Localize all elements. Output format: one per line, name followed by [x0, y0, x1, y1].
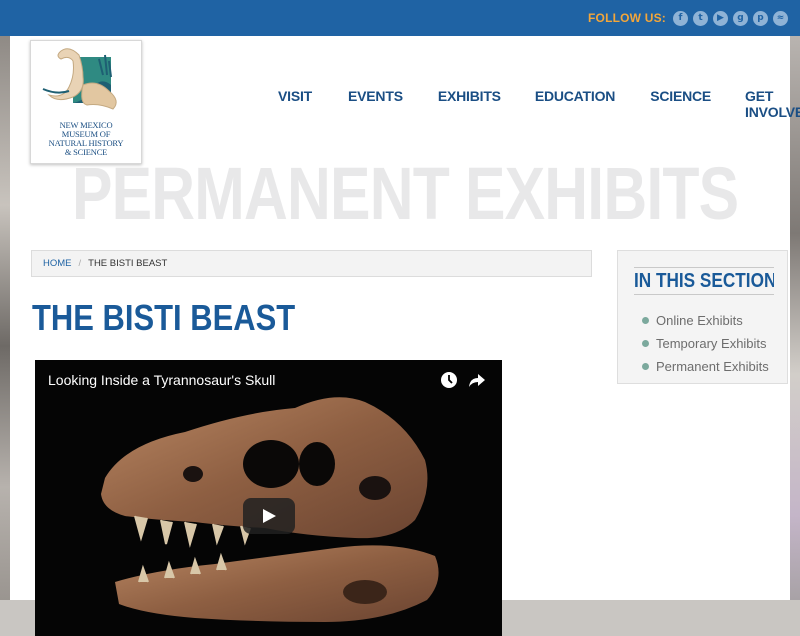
- sidebar-heading: IN THIS SECTION: [634, 267, 774, 295]
- clock-icon[interactable]: [439, 370, 459, 390]
- nav-item-get-involved[interactable]: GET INVOLVED: [745, 88, 800, 120]
- sidebar-item-online-exhibits[interactable]: Online Exhibits: [642, 309, 769, 332]
- breadcrumb-separator: /: [78, 258, 82, 269]
- page-content: NEW MEXICO MUSEUM OF NATURAL HISTORY & S…: [10, 36, 800, 636]
- share-icon[interactable]: [467, 370, 487, 390]
- rss-icon[interactable]: ≈: [773, 10, 788, 26]
- top-bar: FOLLOW US: f t ▶ g p ≈: [0, 0, 800, 36]
- social-links: FOLLOW US: f t ▶ g p ≈: [588, 0, 788, 36]
- breadcrumb: HOME / THE BISTI BEAST: [31, 250, 592, 277]
- video-player[interactable]: Looking Inside a Tyrannosaur's Skull: [35, 360, 502, 636]
- bullet-icon: [642, 340, 649, 347]
- nav-item-science[interactable]: SCIENCE: [650, 88, 711, 120]
- main-nav: VISIT EVENTS EXHIBITS EDUCATION SCIENCE …: [278, 88, 800, 120]
- page-title: THE BISTI BEAST: [32, 297, 296, 338]
- pinterest-icon[interactable]: p: [753, 10, 768, 26]
- bullet-icon: [642, 363, 649, 370]
- sidebar-item-temporary-exhibits[interactable]: Temporary Exhibits: [642, 332, 769, 355]
- bullet-icon: [642, 317, 649, 324]
- sidebar-list: Online Exhibits Temporary Exhibits Perma…: [642, 309, 769, 378]
- logo-text: NEW MEXICO MUSEUM OF NATURAL HISTORY & S…: [48, 120, 124, 157]
- hero-title: PERMANENT EXHIBITS: [72, 152, 739, 235]
- play-icon[interactable]: [243, 498, 295, 534]
- nav-item-visit[interactable]: VISIT: [278, 88, 312, 120]
- museum-logo[interactable]: NEW MEXICO MUSEUM OF NATURAL HISTORY & S…: [30, 40, 142, 164]
- breadcrumb-current: THE BISTI BEAST: [88, 258, 168, 269]
- section-sidebar: IN THIS SECTION Online Exhibits Temporar…: [617, 250, 788, 384]
- video-title[interactable]: Looking Inside a Tyrannosaur's Skull: [48, 372, 275, 388]
- nav-item-exhibits[interactable]: EXHIBITS: [438, 88, 501, 120]
- nav-item-events[interactable]: EVENTS: [348, 88, 403, 120]
- twitter-icon[interactable]: t: [693, 10, 708, 26]
- follow-us-label: FOLLOW US:: [588, 11, 666, 25]
- google-plus-icon[interactable]: g: [733, 10, 748, 26]
- facebook-icon[interactable]: f: [673, 10, 688, 26]
- youtube-icon[interactable]: ▶: [713, 10, 728, 26]
- breadcrumb-home-link[interactable]: HOME: [43, 258, 72, 269]
- dinosaur-logo-icon: [42, 48, 117, 110]
- nav-item-education[interactable]: EDUCATION: [535, 88, 616, 120]
- sidebar-item-permanent-exhibits[interactable]: Permanent Exhibits: [642, 355, 769, 378]
